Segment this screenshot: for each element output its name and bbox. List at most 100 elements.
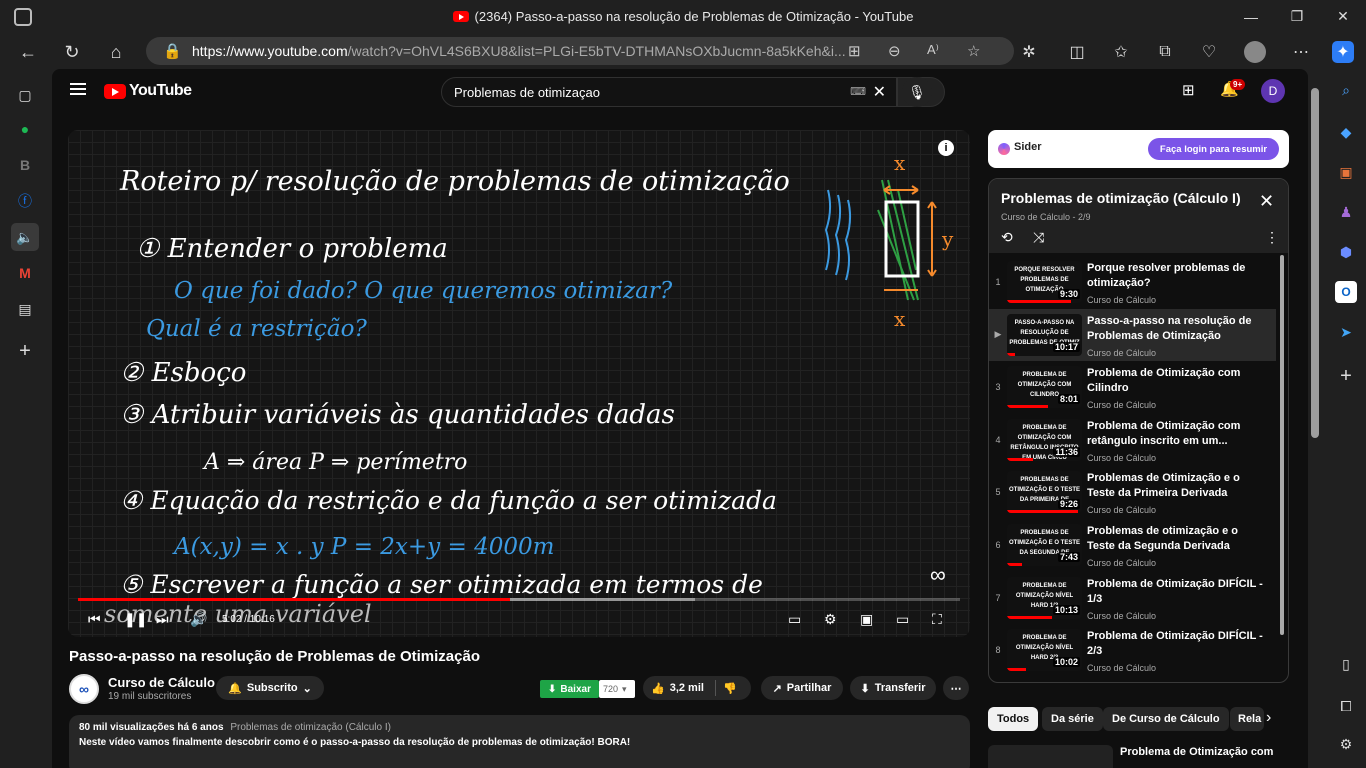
playlist-more-icon[interactable]: ⋮ <box>1265 229 1279 246</box>
dislike-icon[interactable]: 👎 <box>723 682 737 695</box>
playlist-item[interactable]: 1 Porque resolver problemas de otimização… <box>989 256 1276 308</box>
playlist-item-thumbnail[interactable]: Problema de otimização com retângulo ins… <box>1007 418 1082 461</box>
playlist-item[interactable]: ▶ Passo-a-passo na resolução de problemas… <box>989 308 1276 361</box>
playlist-item-channel[interactable]: Curso de Cálculo <box>1087 558 1156 568</box>
channel-name[interactable]: Curso de Cálculo <box>108 675 215 690</box>
people-icon[interactable]: ♟ <box>1335 201 1357 223</box>
tab-actions-icon[interactable] <box>14 8 32 26</box>
playlist-link[interactable]: Problemas de otimização (Cálculo I) <box>230 722 391 733</box>
playlist-item-thumbnail[interactable]: Problemas de otimização e o teste da seg… <box>1007 524 1082 566</box>
loop-icon[interactable]: ⟲ <box>1001 229 1013 246</box>
zoom-icon[interactable]: ⊖ <box>888 42 901 60</box>
chip-all[interactable]: Todos <box>988 707 1039 731</box>
tabs-icon[interactable]: ▢ <box>13 83 37 107</box>
page-scrollbar-thumb[interactable] <box>1311 88 1319 438</box>
back-icon[interactable]: ← <box>16 40 40 64</box>
collections-icon[interactable]: ⧉ <box>1154 41 1176 63</box>
playlist-item-thumbnail[interactable]: Problemas de otimização e o teste da pri… <box>1007 471 1082 514</box>
chip-from-channel[interactable]: De Curso de Cálculo <box>1103 707 1229 731</box>
share-button[interactable]: ↗ Partilhar <box>761 676 843 700</box>
read-aloud-icon[interactable]: A⁾ <box>927 42 939 58</box>
youtube-logo[interactable]: YouTube <box>104 82 192 100</box>
playlist-item[interactable]: 8 Problema de otimização nível hard 2/3 10… <box>989 624 1276 676</box>
playlist-item-title[interactable]: Problema de Otimização DIFÍCIL - 2/3 <box>1087 629 1267 659</box>
playlist-item-thumbnail[interactable]: Problema de otimização nível hard 2/3 10:… <box>1007 629 1082 672</box>
playlist-item-thumbnail[interactable]: Problema de otimização nível hard 1/3 10:… <box>1007 576 1082 619</box>
playlist-item-channel[interactable]: Curso de Cálculo <box>1087 295 1156 305</box>
recommendation-thumbnail[interactable] <box>988 745 1113 768</box>
theater-mode-icon[interactable]: ▭ <box>896 609 909 629</box>
settings-icon[interactable]: ⚙ <box>824 609 837 629</box>
add-app-icon[interactable]: + <box>1335 365 1357 387</box>
playlist-item-channel[interactable]: Curso de Cálculo <box>1087 348 1156 358</box>
refresh-icon[interactable]: ↻ <box>60 40 84 64</box>
chips-next-icon[interactable]: › <box>1266 709 1271 727</box>
playlist-item-thumbnail[interactable]: Porque resolver problemas de otimização 9… <box>1007 261 1082 303</box>
shuffle-icon[interactable]: ⤨ <box>1033 229 1044 246</box>
subtitles-icon[interactable]: ▭ <box>788 609 801 629</box>
create-video-icon[interactable]: ⊞ <box>1182 81 1195 99</box>
favorite-star-icon[interactable]: ☆ <box>967 42 980 60</box>
playlist-item-title[interactable]: Passo-a-passo na resolução de Problemas … <box>1087 314 1267 344</box>
description-box[interactable]: 80 mil visualizações há 6 anos Problemas… <box>69 715 970 768</box>
clear-search-icon[interactable]: ✕ <box>873 82 886 102</box>
playlist-item-channel[interactable]: Curso de Cálculo <box>1087 400 1156 410</box>
like-count[interactable]: 3,2 mil <box>670 682 704 694</box>
playlist-item-channel[interactable]: Curso de Cálculo <box>1087 505 1156 515</box>
facebook-icon[interactable]: ⓕ <box>13 189 37 213</box>
favorites-icon[interactable]: ✩ <box>1110 41 1132 63</box>
copilot-app-icon[interactable]: ⬢ <box>1335 241 1357 263</box>
menu-hamburger-icon[interactable] <box>70 83 86 95</box>
playlist-item[interactable]: 7 Problema de otimização nível hard 1/3 10… <box>989 572 1276 624</box>
playlist-item-channel[interactable]: Curso de Cálculo <box>1087 611 1156 621</box>
extensions-icon[interactable]: ✲ <box>1018 41 1040 63</box>
fullscreen-icon[interactable]: ⛶ <box>932 609 942 629</box>
settings-gear-icon[interactable]: ⚙ <box>1335 733 1357 755</box>
keyboard-icon[interactable]: ⌨ <box>850 85 866 98</box>
minimize-icon[interactable]: — <box>1228 0 1274 33</box>
address-bar[interactable]: https://www.youtube.com/watch?v=OhVL4S6B… <box>146 37 1014 65</box>
sound-icon[interactable]: 🔈 <box>11 223 39 251</box>
download-button[interactable]: ⬇ Baixar <box>540 680 599 698</box>
copilot-icon[interactable]: ✦ <box>1332 41 1354 63</box>
playlist-scrollbar[interactable] <box>1280 255 1284 635</box>
channel-avatar[interactable]: ∞ <box>69 674 99 704</box>
calendar-icon[interactable]: ▤ <box>13 297 37 321</box>
playlist-item[interactable]: 5 Problemas de otimização e o teste da pr… <box>989 466 1276 518</box>
quality-select[interactable]: 720 ▾ <box>599 680 635 698</box>
playlist-item[interactable]: 6 Problemas de otimização e o teste da se… <box>989 519 1276 571</box>
close-window-icon[interactable]: ✕ <box>1320 0 1366 33</box>
playlist-title[interactable]: Problemas de otimização (Cálculo I) <box>1001 190 1241 206</box>
sidebar-toggle-icon[interactable]: ▯ <box>1335 653 1357 675</box>
playlist-item-title[interactable]: Problemas de otimização e o Teste da Seg… <box>1087 524 1267 554</box>
sider-login-button[interactable]: Faça login para resumir <box>1148 138 1279 160</box>
add-sidebar-icon[interactable]: + <box>13 339 37 363</box>
miniplayer-icon[interactable]: ▣ <box>860 609 873 629</box>
playlist-item-title[interactable]: Porque resolver problemas de otimização? <box>1087 261 1267 291</box>
search-sidebar-icon[interactable]: ⌕ <box>1335 79 1357 101</box>
pause-icon[interactable]: ❚❚ <box>124 609 147 629</box>
outlook-icon[interactable]: O <box>1335 281 1357 303</box>
playlist-item[interactable]: 3 Problema de otimização com cilindro 8:01… <box>989 361 1276 413</box>
screenshot-icon[interactable]: ⧠ <box>1335 695 1357 717</box>
tag-icon[interactable]: ◆ <box>1335 121 1357 143</box>
profile-avatar[interactable] <box>1244 41 1266 63</box>
briefcase-icon[interactable]: ▣ <box>1335 161 1357 183</box>
like-icon[interactable]: 👍 <box>651 682 665 695</box>
home-icon[interactable]: ⌂ <box>104 40 128 64</box>
recommendation-title[interactable]: Problema de Otimização com <box>1120 746 1273 758</box>
lock-icon[interactable]: 🔒 <box>163 42 182 60</box>
account-avatar[interactable]: D <box>1261 79 1285 103</box>
restore-icon[interactable]: ❐ <box>1274 0 1320 33</box>
close-playlist-icon[interactable]: ✕ <box>1259 191 1274 212</box>
chip-series[interactable]: Da série <box>1042 707 1103 731</box>
performance-icon[interactable]: ♡ <box>1198 41 1220 63</box>
b-app-icon[interactable]: B <box>13 153 37 177</box>
playlist-item-channel[interactable]: Curso de Cálculo <box>1087 453 1156 463</box>
subscribe-button[interactable]: 🔔 Subscrito ⌄ <box>216 676 324 700</box>
playlist-item-title[interactable]: Problemas de Otimização e o Teste da Pri… <box>1087 471 1267 501</box>
gmail-icon[interactable]: M <box>13 261 37 285</box>
send-icon[interactable]: ➤ <box>1335 321 1357 343</box>
next-icon[interactable]: ⏭ <box>156 609 169 629</box>
split-screen-icon[interactable]: ◫ <box>1066 41 1088 63</box>
